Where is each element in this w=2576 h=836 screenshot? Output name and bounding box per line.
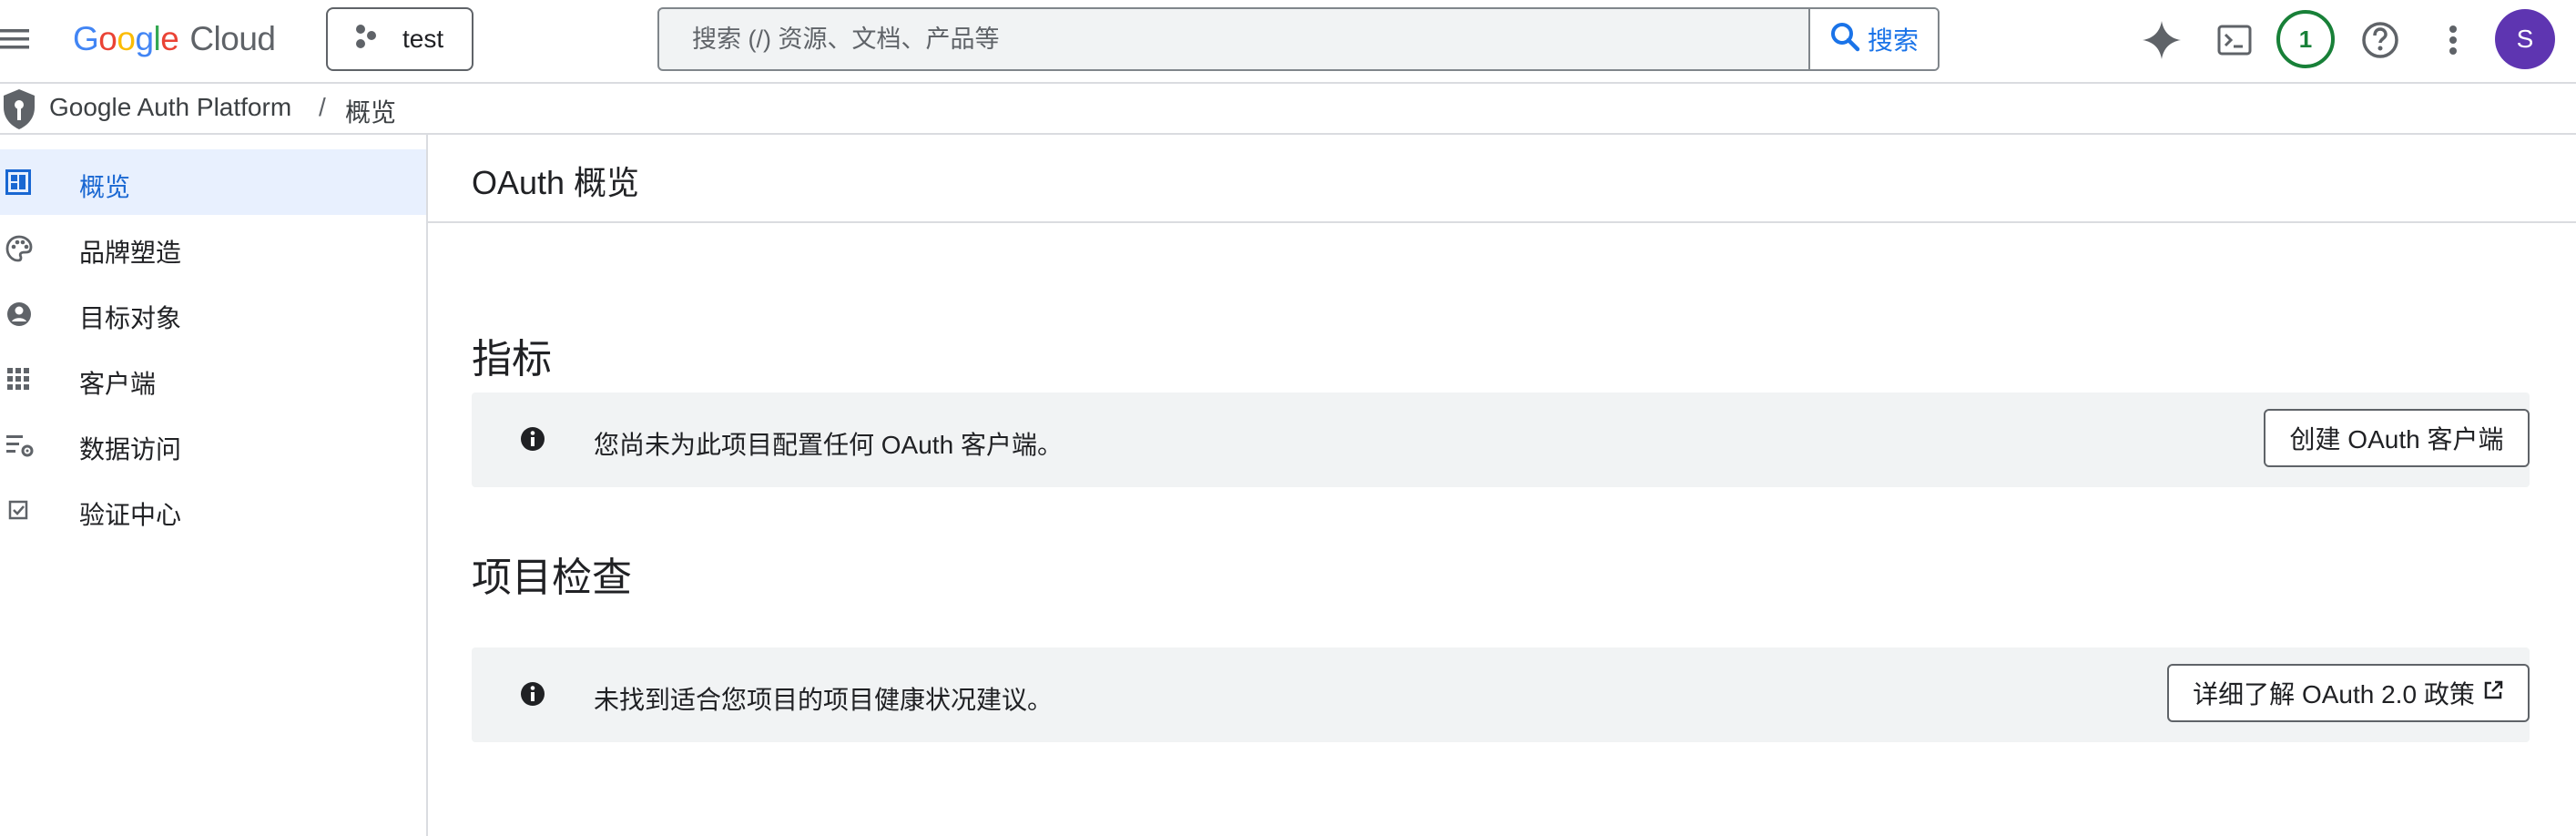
info-icon xyxy=(519,680,548,709)
search-bar: 搜索 xyxy=(657,7,1940,71)
sidebar-item-branding[interactable]: 品牌塑造 xyxy=(0,215,426,280)
shield-key-icon xyxy=(0,87,38,131)
main-menu-icon[interactable] xyxy=(0,24,31,55)
sidebar-item-label: 目标对象 xyxy=(79,304,182,332)
search-input[interactable] xyxy=(659,9,1810,69)
palette-icon xyxy=(5,235,35,264)
notifications-badge[interactable]: 1 xyxy=(2276,10,2335,68)
breadcrumb-separator: / xyxy=(319,93,326,121)
sidebar-item-clients[interactable]: 客户端 xyxy=(0,346,426,412)
search-button[interactable]: 搜索 xyxy=(1808,9,1938,69)
project-checkup-notice-text: 未找到适合您项目的项目健康状况建议。 xyxy=(594,686,1054,714)
sidebar-item-label: 数据访问 xyxy=(79,435,182,464)
learn-oauth-policy-link-button[interactable]: 详细了解 OAuth 2.0 政策 xyxy=(2167,664,2530,722)
account-circle-icon xyxy=(5,301,35,330)
search-icon xyxy=(1829,21,1860,58)
data-settings-icon xyxy=(5,432,35,461)
google-cloud-logo[interactable]: Google Cloud xyxy=(73,16,276,62)
breadcrumb-current-page: 概览 xyxy=(345,98,397,127)
project-picker-button[interactable]: test xyxy=(326,7,473,71)
page-title-bar: OAuth 概览 xyxy=(428,135,2576,223)
learn-oauth-policy-label: 详细了解 OAuth 2.0 政策 xyxy=(2193,680,2475,709)
sidebar-item-label: 品牌塑造 xyxy=(79,239,182,267)
dashboard-icon xyxy=(5,169,35,199)
sidebar-item-overview[interactable]: 概览 xyxy=(0,149,426,215)
account-avatar[interactable]: S xyxy=(2495,9,2555,69)
create-oauth-client-label: 创建 OAuth 客户端 xyxy=(2289,425,2504,454)
main-content: OAuth 概览 指标 您尚未为此项目配置任何 OAuth 客户端。 创建 OA… xyxy=(428,135,2576,836)
project-checkup-heading: 项目检查 xyxy=(472,556,632,600)
search-button-label: 搜索 xyxy=(1867,26,1919,55)
gemini-sparkle-icon[interactable] xyxy=(2134,13,2189,67)
project-name: test xyxy=(402,25,444,53)
logo-google-text: Google xyxy=(73,20,179,57)
top-app-bar: Google Cloud test 搜索 1 S xyxy=(0,0,2576,84)
more-vert-icon[interactable] xyxy=(2426,13,2480,67)
sidebar-item-data-access[interactable]: 数据访问 xyxy=(0,412,426,477)
breadcrumb: Google Auth Platform / 概览 xyxy=(0,84,2576,135)
breadcrumb-product-link[interactable]: Google Auth Platform xyxy=(49,93,291,122)
open-in-new-icon xyxy=(2482,678,2504,708)
checkbox-icon xyxy=(5,497,35,526)
create-oauth-client-button[interactable]: 创建 OAuth 客户端 xyxy=(2264,409,2530,467)
cloud-shell-terminal-icon[interactable] xyxy=(2207,13,2262,67)
sidebar-item-label: 验证中心 xyxy=(79,501,182,529)
sidebar-item-label: 客户端 xyxy=(79,370,157,398)
apps-grid-icon xyxy=(5,366,35,395)
project-checkup-notice: 未找到适合您项目的项目健康状况建议。 详细了解 OAuth 2.0 政策 xyxy=(472,647,2530,742)
project-hub-icon xyxy=(353,23,381,56)
sidebar-item-label: 概览 xyxy=(79,173,131,201)
info-icon xyxy=(519,425,548,454)
metrics-heading: 指标 xyxy=(472,337,552,382)
metrics-notice-text: 您尚未为此项目配置任何 OAuth 客户端。 xyxy=(594,431,1063,459)
logo-cloud-text: Cloud xyxy=(189,20,276,57)
help-icon[interactable] xyxy=(2353,13,2408,67)
sidebar-nav: 概览 品牌塑造 目标对象 客户端 数据访问 验证中心 xyxy=(0,135,428,836)
metrics-notice: 您尚未为此项目配置任何 OAuth 客户端。 创建 OAuth 客户端 xyxy=(472,393,2530,487)
sidebar-item-audience[interactable]: 目标对象 xyxy=(0,280,426,346)
page-title: OAuth 概览 xyxy=(472,164,640,201)
sidebar-item-verification-center[interactable]: 验证中心 xyxy=(0,477,426,543)
